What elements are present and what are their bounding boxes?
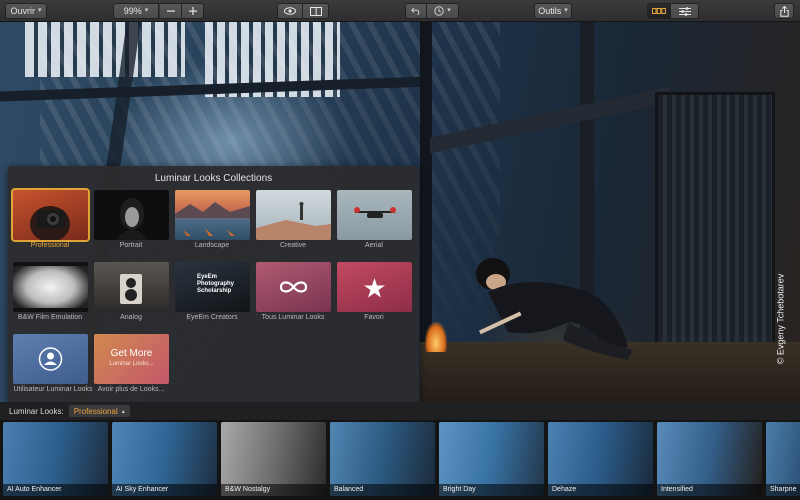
top-toolbar: Ouvrir ▾ 99% ▾ ▾ Outils ▾ xyxy=(0,0,800,22)
look-thumbnail[interactable]: Sharpne xyxy=(766,422,800,496)
photo-fire xyxy=(425,322,447,352)
look-thumbnail[interactable]: AI Sky Enhancer xyxy=(112,422,217,496)
open-button-label: Ouvrir xyxy=(10,6,35,16)
get-more-subtitle: Luminar Looks... xyxy=(109,361,154,367)
share-icon xyxy=(779,5,789,17)
look-thumbnail[interactable]: Bright Day xyxy=(439,422,544,496)
preview-toggle-button[interactable] xyxy=(277,3,303,19)
look-thumbnail[interactable]: Dehaze xyxy=(548,422,653,496)
look-name: Intensified xyxy=(657,484,762,496)
collection-eyeem-creators[interactable]: EyeEm Photography Scholarship xyxy=(175,262,250,312)
look-thumbnail[interactable]: Intensified xyxy=(657,422,762,496)
eyeem-overlay-line: EyeEm xyxy=(197,274,218,280)
infinity-icon xyxy=(279,281,308,293)
star-icon xyxy=(364,278,385,298)
panel-title: Luminar Looks Collections xyxy=(154,173,273,184)
collection-bw-film-emulation[interactable] xyxy=(13,262,88,312)
chevron-down-icon: ▾ xyxy=(447,7,451,14)
collection-creative[interactable] xyxy=(256,190,331,240)
portrait-image xyxy=(116,198,148,240)
tools-dropdown[interactable]: Outils ▾ xyxy=(534,3,572,19)
tools-label: Outils xyxy=(538,6,562,16)
drone-image xyxy=(354,207,396,218)
look-thumbnail[interactable]: AI Auto Enhancer xyxy=(3,422,108,496)
film-frame-image xyxy=(13,262,88,312)
open-button[interactable]: Ouvrir ▾ xyxy=(5,3,47,19)
eyeem-overlay-text: EyeEm Photography Scholarship xyxy=(197,274,234,295)
photo-credit: © Evgeny Tchebotarev xyxy=(770,244,790,394)
split-view-icon xyxy=(309,6,322,16)
collection-label: Analog xyxy=(120,314,142,321)
collection-label: Creative xyxy=(279,242,307,249)
chevron-down-icon: ▾ xyxy=(144,7,149,14)
zoom-in-button[interactable] xyxy=(182,3,204,19)
collection-label: Tous Luminar Looks xyxy=(261,314,325,321)
look-name: B&W Nostalgy xyxy=(221,484,326,496)
get-more-title: Get More xyxy=(110,348,153,359)
camera-photographer-image xyxy=(30,206,70,240)
history-button[interactable]: ▾ xyxy=(427,3,459,19)
look-name: Balanced xyxy=(330,484,435,496)
landscape-image xyxy=(175,202,250,236)
look-name: AI Auto Enhancer xyxy=(3,484,108,496)
chevron-up-icon: ▴ xyxy=(121,408,125,415)
look-thumbnail[interactable]: B&W Nostalgy xyxy=(221,422,326,496)
collection-label: Landscape xyxy=(194,242,230,249)
photo-door xyxy=(655,92,775,372)
share-button[interactable] xyxy=(774,3,794,19)
vintage-camera-image xyxy=(120,274,142,304)
photo-credit-text: © Evgeny Tchebotarev xyxy=(775,273,785,365)
looks-panel-toggle[interactable] xyxy=(647,3,671,19)
look-name: Dehaze xyxy=(548,484,653,496)
collection-label: Aerial xyxy=(365,242,383,249)
sliders-icon xyxy=(678,6,691,16)
zoom-out-button[interactable] xyxy=(160,3,182,19)
undo-icon xyxy=(411,7,420,15)
looks-bar: Luminar Looks: Professional ▴ xyxy=(0,402,800,420)
collection-user-looks[interactable] xyxy=(13,334,88,384)
looks-filmstrip: AI Auto Enhancer AI Sky Enhancer B&W Nos… xyxy=(0,420,800,500)
filmstrip-icon xyxy=(652,8,666,14)
creative-image xyxy=(256,202,331,240)
collection-label: Utilisateur Luminar Looks xyxy=(13,386,93,393)
looks-collection-selector[interactable]: Professional ▴ xyxy=(68,405,130,417)
photo-person xyxy=(476,258,633,360)
looks-bar-label: Luminar Looks: xyxy=(9,406,64,416)
collection-favorites[interactable] xyxy=(337,262,412,312)
collection-aerial[interactable] xyxy=(337,190,412,240)
clock-icon xyxy=(434,6,444,16)
minus-icon xyxy=(166,10,175,12)
collection-all-looks[interactable] xyxy=(256,262,331,312)
compare-view-button[interactable] xyxy=(303,3,329,19)
user-icon xyxy=(38,347,63,371)
plus-icon xyxy=(188,7,197,15)
collection-label: Favori xyxy=(364,314,384,321)
collection-landscape[interactable] xyxy=(175,190,250,240)
look-name: Bright Day xyxy=(439,484,544,496)
eye-icon xyxy=(284,7,296,15)
collection-portrait[interactable] xyxy=(94,190,169,240)
adjustments-toggle[interactable] xyxy=(671,3,699,19)
collection-label: Portrait xyxy=(119,242,143,249)
collection-analog[interactable] xyxy=(94,262,169,312)
collection-professional[interactable] xyxy=(11,188,90,242)
looks-collections-panel: Luminar Looks Collections Professional P… xyxy=(8,166,419,402)
undo-button[interactable] xyxy=(405,3,427,19)
chevron-down-icon: ▾ xyxy=(37,7,42,14)
chevron-down-icon: ▾ xyxy=(564,7,568,14)
collection-label: B&W Film Emulation xyxy=(17,314,83,321)
look-name: AI Sky Enhancer xyxy=(112,484,217,496)
zoom-value: 99% xyxy=(123,6,142,16)
eyeem-overlay-line: Photography xyxy=(197,281,234,287)
look-thumbnail[interactable]: Balanced xyxy=(330,422,435,496)
collection-label: Professional xyxy=(30,242,70,249)
eyeem-overlay-line: Scholarship xyxy=(197,288,232,294)
collection-label: EyeEm Creators xyxy=(186,314,238,321)
collection-get-more[interactable]: Get More Luminar Looks... xyxy=(94,334,169,384)
look-name: Sharpne xyxy=(766,484,800,496)
collection-label: Avoir plus de Looks... xyxy=(97,386,165,393)
zoom-dropdown[interactable]: 99% ▾ xyxy=(113,3,159,19)
looks-selected-value: Professional xyxy=(73,406,118,416)
